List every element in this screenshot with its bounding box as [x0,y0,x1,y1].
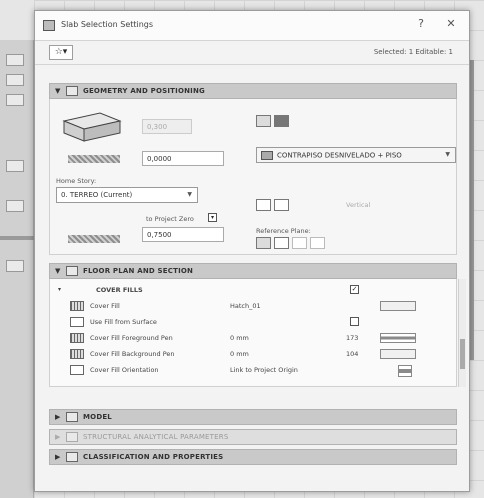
collapse-arrow-icon[interactable]: ▼ [55,267,60,275]
help-button[interactable]: ? [413,17,429,30]
basic-structure-icon[interactable] [256,115,271,127]
structural-icon [66,432,78,442]
to-project-zero-label: to Project Zero [146,215,194,223]
pen-number: 104 [346,350,359,358]
expand-arrow-icon[interactable]: ▶ [55,433,60,441]
row-value: 0 mm [230,350,249,358]
tool-button[interactable] [6,54,24,66]
tool-button[interactable] [6,74,24,86]
tool-button[interactable] [6,260,24,272]
edge-value: Vertical [346,201,371,209]
cover-fill-icon [70,301,84,311]
expand-arrow-icon[interactable]: ▶ [55,453,60,461]
favorites-button[interactable]: ☆▾ [49,45,73,60]
composite-dropdown[interactable]: CONTRAPISO DESNIVELADO + PISO ▼ [256,147,456,163]
fill-swatch[interactable] [380,301,416,311]
project-zero-dropdown[interactable]: ▾ [208,213,217,222]
close-button[interactable]: ✕ [443,17,459,30]
chevron-down-icon: ▼ [445,151,450,158]
tool-button[interactable] [6,160,24,172]
composite-value: CONTRAPISO DESNIVELADO + PISO [277,151,402,160]
surface-fill-icon [70,317,84,327]
slab-thickness-icon [62,112,122,142]
row-name: Cover Fill Foreground Pen [90,334,173,342]
row-name: Cover Fill Background Pen [90,350,175,358]
section-classification-header[interactable]: ▶ CLASSIFICATION AND PROPERTIES [49,449,457,465]
table-row[interactable]: Cover Fill Hatch_01 [50,299,444,313]
section-title: STRUCTURAL ANALYTICAL PARAMETERS [83,433,229,441]
pen-swatch[interactable] [380,333,416,343]
drawing-wall [470,60,474,360]
section-structural-header[interactable]: ▶ STRUCTURAL ANALYTICAL PARAMETERS [49,429,457,445]
elevation-diagram-icon [68,235,120,243]
home-story-value: 0. TERREO (Current) [61,191,133,199]
expand-arrow-icon[interactable]: ▾ [58,286,61,293]
chevron-down-icon: ▼ [187,191,192,198]
drawing-wall [0,236,34,240]
use-fill-from-surface-checkbox[interactable] [350,317,359,326]
expand-arrow-icon[interactable]: ▶ [55,413,60,421]
cover-fills-group-row[interactable]: ▾ COVER FILLS ✓ [50,283,444,297]
offset-diagram-icon [68,155,120,163]
classification-icon [66,452,78,462]
ref-plane-top-icon[interactable] [256,237,271,249]
selection-count: Selected: 1 Editable: 1 [373,48,453,56]
row-value: Hatch_01 [230,302,261,310]
table-row[interactable]: Use Fill from Surface [50,315,444,329]
floor-plan-icon [66,266,78,276]
left-toolbox [0,40,34,498]
tool-button[interactable] [6,94,24,106]
table-row[interactable]: Cover Fill Foreground Pen 0 mm 173 [50,331,444,345]
edge-angle-icon[interactable] [256,199,271,211]
orientation-icon [70,365,84,375]
section-model-header[interactable]: ▶ MODEL [49,409,457,425]
geometry-panel: 0,300 0,0000 Home Story: 0. TERREO (Curr… [49,99,457,255]
geometry-icon [66,86,78,96]
background-pen-icon [70,349,84,359]
composite-structure-icon[interactable] [274,115,289,127]
cover-fills-checkbox[interactable]: ✓ [350,285,359,294]
collapse-arrow-icon[interactable]: ▼ [55,87,60,95]
tool-button[interactable] [6,200,24,212]
row-name: Cover Fill [90,302,120,310]
row-name: Use Fill from Surface [90,318,157,326]
title-bar[interactable]: Slab Selection Settings ? ✕ [35,11,469,41]
section-title: GEOMETRY AND POSITIONING [83,87,205,95]
section-geometry-header[interactable]: ▼ GEOMETRY AND POSITIONING [49,83,457,99]
row-value: 0 mm [230,334,249,342]
dialog-toolbar: ☆▾ Selected: 1 Editable: 1 [35,41,469,65]
home-story-dropdown[interactable]: 0. TERREO (Current) ▼ [56,187,198,203]
offset-field[interactable]: 0,0000 [142,151,224,166]
pen-swatch[interactable] [380,349,416,359]
ref-plane-core-bottom-icon[interactable] [292,237,307,249]
orientation-icon[interactable] [398,365,412,377]
section-floor-plan-header[interactable]: ▼ FLOOR PLAN AND SECTION [49,263,457,279]
scrollbar[interactable] [458,279,466,387]
section-title: FLOOR PLAN AND SECTION [83,267,194,275]
foreground-pen-icon [70,333,84,343]
thickness-field[interactable]: 0,300 [142,119,192,134]
scroll-thumb[interactable] [460,339,465,369]
edge-custom-icon[interactable] [274,199,289,211]
floor-plan-panel: ▾ COVER FILLS ✓ Cover Fill Hatch_01 Use … [49,279,466,387]
section-title: MODEL [83,413,112,421]
row-value: Link to Project Origin [230,366,298,374]
reference-plane-label: Reference Plane: [256,227,311,235]
slab-selection-settings-dialog: Slab Selection Settings ? ✕ ☆▾ Selected:… [34,10,470,492]
ref-plane-core-top-icon[interactable] [274,237,289,249]
dialog-title: Slab Selection Settings [61,20,154,29]
slab-tool-icon [43,20,55,31]
row-name: Cover Fill Orientation [90,366,159,374]
to-project-zero-field[interactable]: 0,7500 [142,227,224,242]
section-title: CLASSIFICATION AND PROPERTIES [83,453,224,461]
ref-plane-bottom-icon[interactable] [310,237,325,249]
model-icon [66,412,78,422]
composite-swatch-icon [261,151,273,160]
pen-number: 173 [346,334,359,342]
table-row[interactable]: Cover Fill Background Pen 0 mm 104 [50,347,444,361]
cover-fills-label: COVER FILLS [96,286,143,294]
table-row[interactable]: Cover Fill Orientation Link to Project O… [50,363,444,377]
home-story-label: Home Story: [56,177,97,185]
